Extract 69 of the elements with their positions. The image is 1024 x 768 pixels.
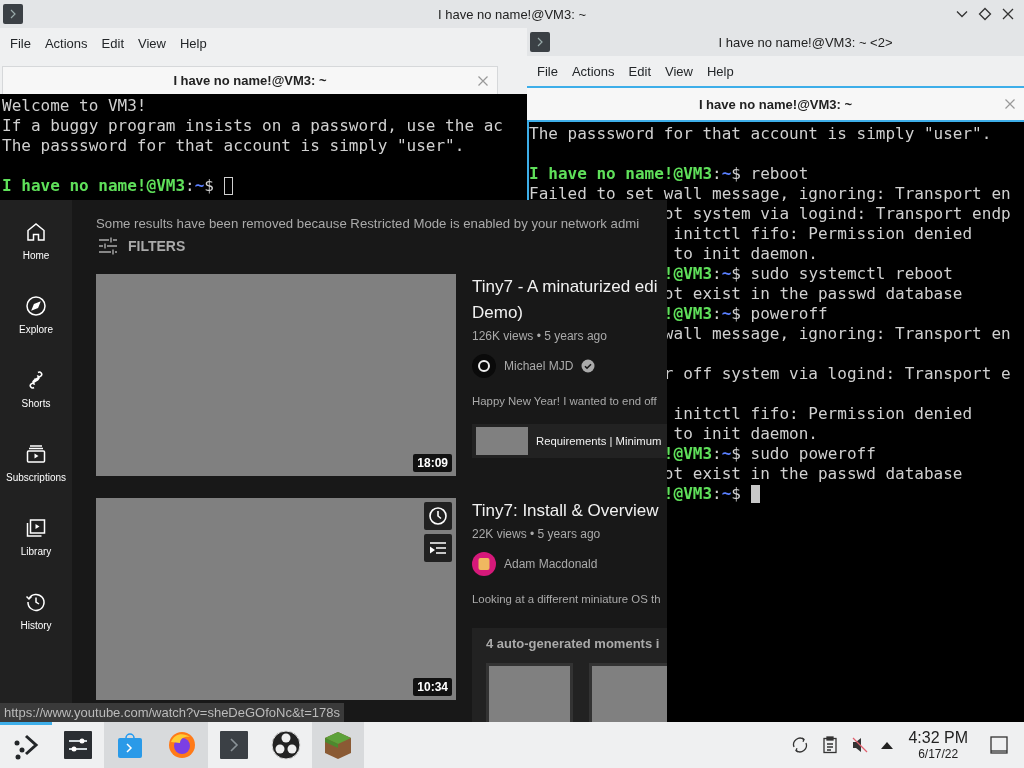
video-meta: 22K views • 5 years ago <box>472 526 602 543</box>
clock-icon[interactable] <box>424 502 452 530</box>
home-icon <box>24 220 48 244</box>
sidebar-item[interactable]: Library <box>0 516 72 590</box>
terminal-line: initctl fifo: Permission denied <box>672 224 973 244</box>
compass-icon <box>24 294 48 318</box>
subscriptions-icon <box>24 442 48 466</box>
menu-item[interactable]: Edit <box>94 35 131 51</box>
video-thumbnail[interactable]: 18:09 <box>96 274 456 476</box>
link-url-tooltip: https://www.youtube.com/watch?v=sheDeGOfoNc&t=178s <box>0 703 344 722</box>
terminal-line: initctl fifo: Permission denied <box>672 404 973 424</box>
terminal-line: I have no name!@VM3:~$ reboot <box>529 164 809 184</box>
filters-button[interactable]: FILTERS <box>96 234 186 258</box>
moments-title: 4 auto-generated moments i <box>486 636 661 651</box>
video-duration: 18:09 <box>413 454 452 472</box>
moment-thumbnail[interactable] <box>589 663 667 722</box>
terminal-line: Failed to set wall message, ignoring: Transport en <box>529 184 1011 204</box>
terminal-icon <box>3 4 23 24</box>
terminal-tab[interactable]: I have no name!@VM3: ~ <box>2 66 498 94</box>
window-title: I have no name!@VM3: ~ <box>438 6 586 22</box>
terminal-line: If a buggy program insists on a password, use the ac <box>2 116 503 136</box>
menu-item[interactable]: Edit <box>621 63 658 79</box>
close-tab-icon[interactable] <box>1004 98 1016 110</box>
restricted-mode-notice: Some results have been removed because Restricted Mode is enabled by your network admi <box>96 215 641 233</box>
library-icon <box>24 516 48 540</box>
sidebar-item[interactable]: History <box>0 590 72 664</box>
window-title: I have no name!@VM3: ~ <2> <box>718 34 893 50</box>
channel-name[interactable]: Michael MJD <box>504 359 574 373</box>
show-desktop-icon[interactable] <box>990 736 1008 754</box>
menu-item[interactable]: Help <box>699 63 741 79</box>
sidebar-item[interactable]: Shorts <box>0 368 72 442</box>
close-tab-icon[interactable] <box>477 74 489 87</box>
terminal-line: to init daemon. <box>672 424 818 444</box>
video-duration: 10:34 <box>413 678 452 696</box>
video-description: Looking at a different miniature OS th <box>472 592 662 607</box>
menu-item[interactable]: File <box>530 63 565 79</box>
video-meta: 126K views • 5 years ago <box>472 328 608 345</box>
menu-item[interactable]: View <box>131 35 173 51</box>
channel-avatar-icon[interactable] <box>472 354 496 378</box>
terminal-tab[interactable]: I have no name!@VM3: ~ <box>527 88 1024 120</box>
terminal-line: I have no name!@VM3:~$ <box>2 176 214 196</box>
terminal-line: The passsword for that account is simply "user". <box>2 136 465 156</box>
terminal-line: Welcome to VM3! <box>2 96 147 116</box>
menu-item[interactable]: File <box>3 35 38 51</box>
close-icon[interactable] <box>1001 7 1015 21</box>
maximize-icon[interactable] <box>978 7 992 21</box>
video-thumbnail[interactable]: 10:34 <box>96 498 456 700</box>
moment-thumbnail[interactable] <box>486 663 573 722</box>
menu-item[interactable]: Help <box>172 35 214 51</box>
block-game-icon[interactable] <box>312 722 364 768</box>
clock-date[interactable]: 6/17/22 <box>918 747 959 761</box>
queue-icon[interactable] <box>424 534 452 562</box>
terminal-line: to init daemon. <box>672 244 818 264</box>
sidebar-item[interactable]: Home <box>0 220 72 294</box>
browser-icon[interactable] <box>156 722 208 768</box>
video-description: Happy New Year! I wanted to end off <box>472 394 658 409</box>
terminal-icon <box>530 32 550 52</box>
sidebar-item[interactable]: Subscriptions <box>0 442 72 516</box>
menu-item[interactable]: View <box>658 63 700 79</box>
menu-item[interactable]: Actions <box>564 63 622 79</box>
expand-tray-icon[interactable] <box>880 740 895 750</box>
channel-name[interactable]: Adam Macdonald <box>504 557 598 571</box>
channel-avatar-icon[interactable] <box>472 552 496 576</box>
chapter-chip[interactable]: Requirements | Minimum <box>472 424 667 458</box>
terminal-line: r off system via logind: Transport e <box>663 364 1011 384</box>
terminal-line: The passsword for that account is simply "user". <box>529 124 992 144</box>
menu-item[interactable]: Actions <box>37 35 95 51</box>
sidebar-item[interactable]: Explore <box>0 294 72 368</box>
clock-time[interactable]: 4:32 PM <box>908 729 968 747</box>
